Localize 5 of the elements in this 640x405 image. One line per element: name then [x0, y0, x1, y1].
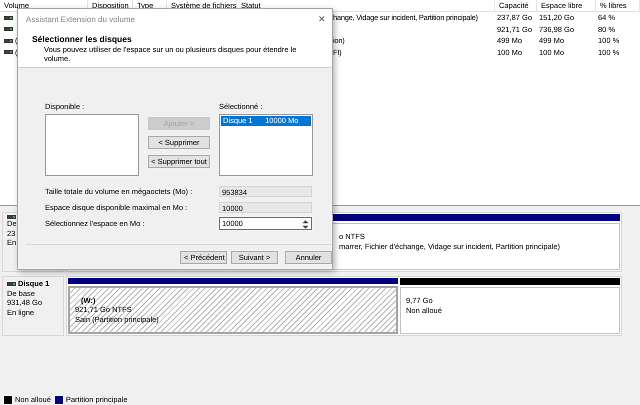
available-list[interactable] — [45, 114, 139, 176]
spinner-arrows-icon[interactable] — [300, 218, 311, 230]
dialog-title: Assistant Extension du volume — [26, 14, 135, 24]
page-heading: Sélectionner les disques — [32, 34, 133, 44]
close-button[interactable]: ✕ — [316, 14, 328, 24]
